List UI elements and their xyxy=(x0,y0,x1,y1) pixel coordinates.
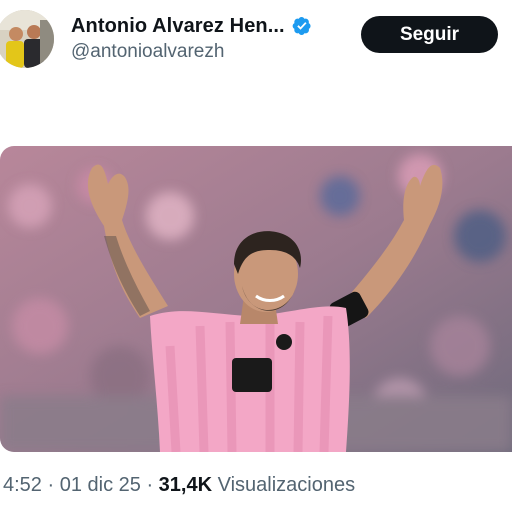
views-label: Visualizaciones xyxy=(217,474,356,496)
display-name-row: Antonio Alvarez Hen... xyxy=(71,13,351,39)
author-handle[interactable]: @antonioalvarezh xyxy=(71,41,351,63)
display-name[interactable]: Antonio Alvarez Hen... xyxy=(71,15,285,38)
post-header: Antonio Alvarez Hen... @antonioalvarezh … xyxy=(0,0,512,80)
verified-badge-icon xyxy=(292,17,311,35)
post-date[interactable]: 01 dic 25 xyxy=(60,474,141,496)
post-time[interactable]: 4:52 xyxy=(3,474,42,496)
post-media-image[interactable] xyxy=(0,146,512,452)
photo-soccer-player-celebrating-icon xyxy=(0,146,512,452)
avatar[interactable] xyxy=(0,10,54,68)
views-count: 31,4K xyxy=(158,474,213,496)
post-meta: 4:52 · 01 dic 25 · 31,4K Visualizaciones xyxy=(3,474,355,497)
meta-separator: · xyxy=(140,474,159,496)
meta-separator: · xyxy=(41,474,60,496)
follow-button[interactable]: Seguir xyxy=(361,16,498,53)
avatar-photo-icon xyxy=(0,10,54,68)
author-names: Antonio Alvarez Hen... @antonioalvarezh xyxy=(71,13,351,63)
